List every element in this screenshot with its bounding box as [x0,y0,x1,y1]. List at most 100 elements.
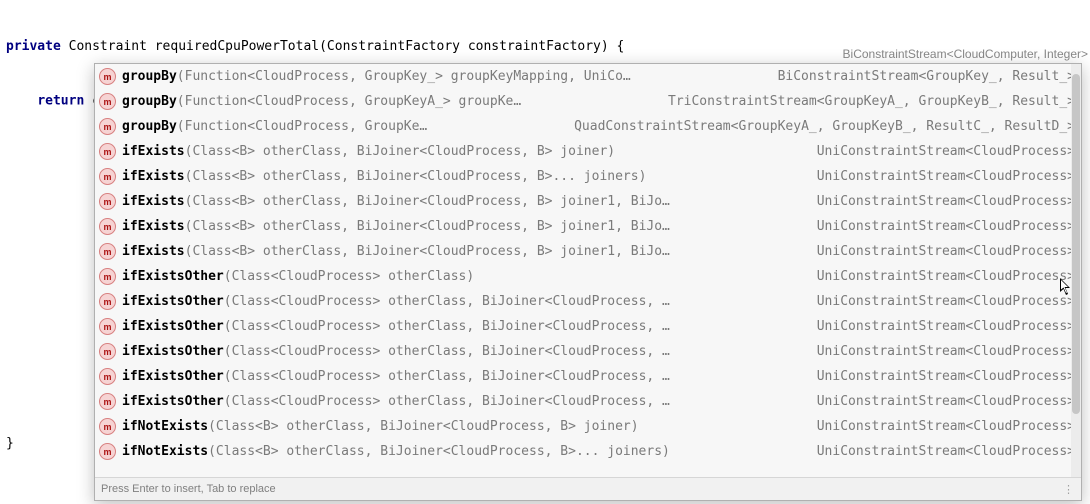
completion-return-type: QuadConstraintStream<GroupKeyA_, GroupKe… [574,119,1075,134]
completion-name: ifExistsOther [122,319,224,334]
completion-return-type: UniConstraintStream<CloudProcess> [817,144,1075,159]
completion-list[interactable]: m groupBy(Function<CloudProcess, GroupKey… [95,64,1081,477]
completion-item[interactable]: m ifExistsOther(Class<CloudProcess> other… [95,339,1081,364]
completion-item[interactable]: m groupBy(Function<CloudProcess, GroupKe…… [95,114,1081,139]
completion-return-type: UniConstraintStream<CloudProcess> [817,269,1075,284]
completion-item[interactable]: m ifExists(Class<B> otherClass, BiJoiner<… [95,239,1081,264]
method-icon: m [99,418,116,435]
method-icon: m [99,143,116,160]
method-icon: m [99,68,116,85]
method-icon: m [99,193,116,210]
completion-params: (Class<B> otherClass, BiJoiner<CloudProc… [185,194,670,209]
completion-params: (Function<CloudProcess, GroupKeyA_> grou… [177,94,521,109]
completion-params: (Class<B> otherClass, BiJoiner<CloudProc… [185,219,670,234]
completion-item[interactable]: m ifExistsOther(Class<CloudProcess> other… [95,264,1081,289]
completion-signature: ifExists(Class<B> otherClass, BiJoiner<C… [122,169,646,184]
completion-item[interactable]: m ifNotExists(Class<B> otherClass, BiJoin… [95,414,1081,439]
completion-return-type: BiConstraintStream<GroupKey_, Result_> [778,69,1075,84]
completion-signature: ifExistsOther(Class<CloudProcess> otherC… [122,294,670,309]
completion-name: ifExists [122,244,185,259]
completion-item[interactable]: m ifExists(Class<B> otherClass, BiJoiner<… [95,189,1081,214]
footer-hint: Press Enter to insert, Tab to replace [101,483,276,495]
completion-footer: Press Enter to insert, Tab to replace ⋮ [95,477,1081,500]
completion-name: ifExistsOther [122,369,224,384]
completion-params: (Class<B> otherClass, BiJoiner<CloudProc… [208,419,638,434]
brace-close: } [6,436,14,451]
completion-item[interactable]: m ifExistsOther(Class<CloudProcess> other… [95,289,1081,314]
footer-menu-icon[interactable]: ⋮ [1063,483,1075,496]
completion-name: ifExists [122,169,185,184]
completion-name: ifExists [122,144,185,159]
completion-signature: ifNotExists(Class<B> otherClass, BiJoine… [122,444,670,459]
completion-item[interactable]: m groupBy(Function<CloudProcess, GroupKey… [95,64,1081,89]
completion-scrollbar[interactable] [1071,64,1081,477]
keyword-private: private [6,39,61,54]
completion-name: ifExists [122,194,185,209]
completion-return-type: UniConstraintStream<CloudProcess> [817,419,1075,434]
completion-return-type: TriConstraintStream<GroupKeyA_, GroupKey… [668,94,1075,109]
completion-signature: ifExistsOther(Class<CloudProcess> otherC… [122,269,474,284]
return-type: Constraint [69,39,147,54]
method-icon: m [99,368,116,385]
scrollbar-thumb[interactable] [1072,74,1080,414]
method-icon: m [99,293,116,310]
method-icon: m [99,343,116,360]
completion-item[interactable]: m ifExistsOther(Class<CloudProcess> other… [95,314,1081,339]
method-icon: m [99,318,116,335]
completion-params: (Class<CloudProcess> otherClass) [224,269,474,284]
completion-return-type: UniConstraintStream<CloudProcess> [817,369,1075,384]
code-completion-popup[interactable]: m groupBy(Function<CloudProcess, GroupKey… [94,63,1082,501]
completion-return-type: UniConstraintStream<CloudProcess> [817,169,1075,184]
completion-params: (Class<B> otherClass, BiJoiner<CloudProc… [185,244,670,259]
completion-signature: ifExistsOther(Class<CloudProcess> otherC… [122,319,670,334]
keyword-return: return [37,94,84,109]
completion-name: ifExistsOther [122,294,224,309]
completion-return-type: UniConstraintStream<CloudProcess> [817,344,1075,359]
completion-name: groupBy [122,94,177,109]
completion-params: (Class<B> otherClass, BiJoiner<CloudProc… [185,169,647,184]
method-icon: m [99,393,116,410]
completion-signature: ifNotExists(Class<B> otherClass, BiJoine… [122,419,639,434]
completion-return-type: UniConstraintStream<CloudProcess> [817,319,1075,334]
completion-name: groupBy [122,119,177,134]
completion-name: ifExistsOther [122,344,224,359]
method-name: requiredCpuPowerTotal [155,39,319,54]
completion-return-type: UniConstraintStream<CloudProcess> [817,244,1075,259]
completion-name: ifExists [122,219,185,234]
completion-params: (Class<CloudProcess> otherClass, BiJoine… [224,369,670,384]
completion-signature: ifExists(Class<B> otherClass, BiJoiner<C… [122,244,670,259]
completion-item[interactable]: m groupBy(Function<CloudProcess, GroupKey… [95,89,1081,114]
completion-name: groupBy [122,69,177,84]
method-icon: m [99,93,116,110]
completion-params: (Class<CloudProcess> otherClass, BiJoine… [224,319,670,334]
completion-params: (Class<B> otherClass, BiJoiner<CloudProc… [185,144,615,159]
completion-item[interactable]: m ifExists(Class<B> otherClass, BiJoiner<… [95,214,1081,239]
completion-signature: ifExists(Class<B> otherClass, BiJoiner<C… [122,219,670,234]
completion-params: (Class<CloudProcess> otherClass, BiJoine… [224,344,670,359]
inline-type-hint-right: BiConstraintStream<CloudComputer, Intege… [843,45,1088,63]
completion-params: (Function<CloudProcess, GroupKe… [177,119,427,134]
completion-name: ifNotExists [122,419,208,434]
completion-return-type: UniConstraintStream<CloudProcess> [817,294,1075,309]
method-icon: m [99,118,116,135]
completion-item[interactable]: m ifNotExists(Class<B> otherClass, BiJoin… [95,439,1081,464]
completion-item[interactable]: m ifExists(Class<B> otherClass, BiJoiner<… [95,139,1081,164]
method-icon: m [99,243,116,260]
completion-item[interactable]: m ifExistsOther(Class<CloudProcess> other… [95,389,1081,414]
completion-signature: ifExistsOther(Class<CloudProcess> otherC… [122,394,670,409]
method-icon: m [99,443,116,460]
completion-item[interactable]: mifExists(Class<B> otherClass, BiJoiner<… [95,164,1081,189]
completion-params: (Class<CloudProcess> otherClass, BiJoine… [224,294,670,309]
completion-signature: ifExists(Class<B> otherClass, BiJoiner<C… [122,144,615,159]
method-icon: m [99,268,116,285]
method-icon: m [99,218,116,235]
completion-signature: groupBy(Function<CloudProcess, GroupKeyA… [122,94,521,109]
completion-params: (Class<B> otherClass, BiJoiner<CloudProc… [208,444,670,459]
completion-name: ifNotExists [122,444,208,459]
completion-signature: groupBy(Function<CloudProcess, GroupKey_… [122,69,631,84]
completion-signature: groupBy(Function<CloudProcess, GroupKe… [122,119,427,134]
completion-return-type: UniConstraintStream<CloudProcess> [817,394,1075,409]
completion-item[interactable]: m ifExistsOther(Class<CloudProcess> other… [95,364,1081,389]
method-params: (ConstraintFactory constraintFactory) { [319,39,624,54]
completion-return-type: UniConstraintStream<CloudProcess> [817,219,1075,234]
